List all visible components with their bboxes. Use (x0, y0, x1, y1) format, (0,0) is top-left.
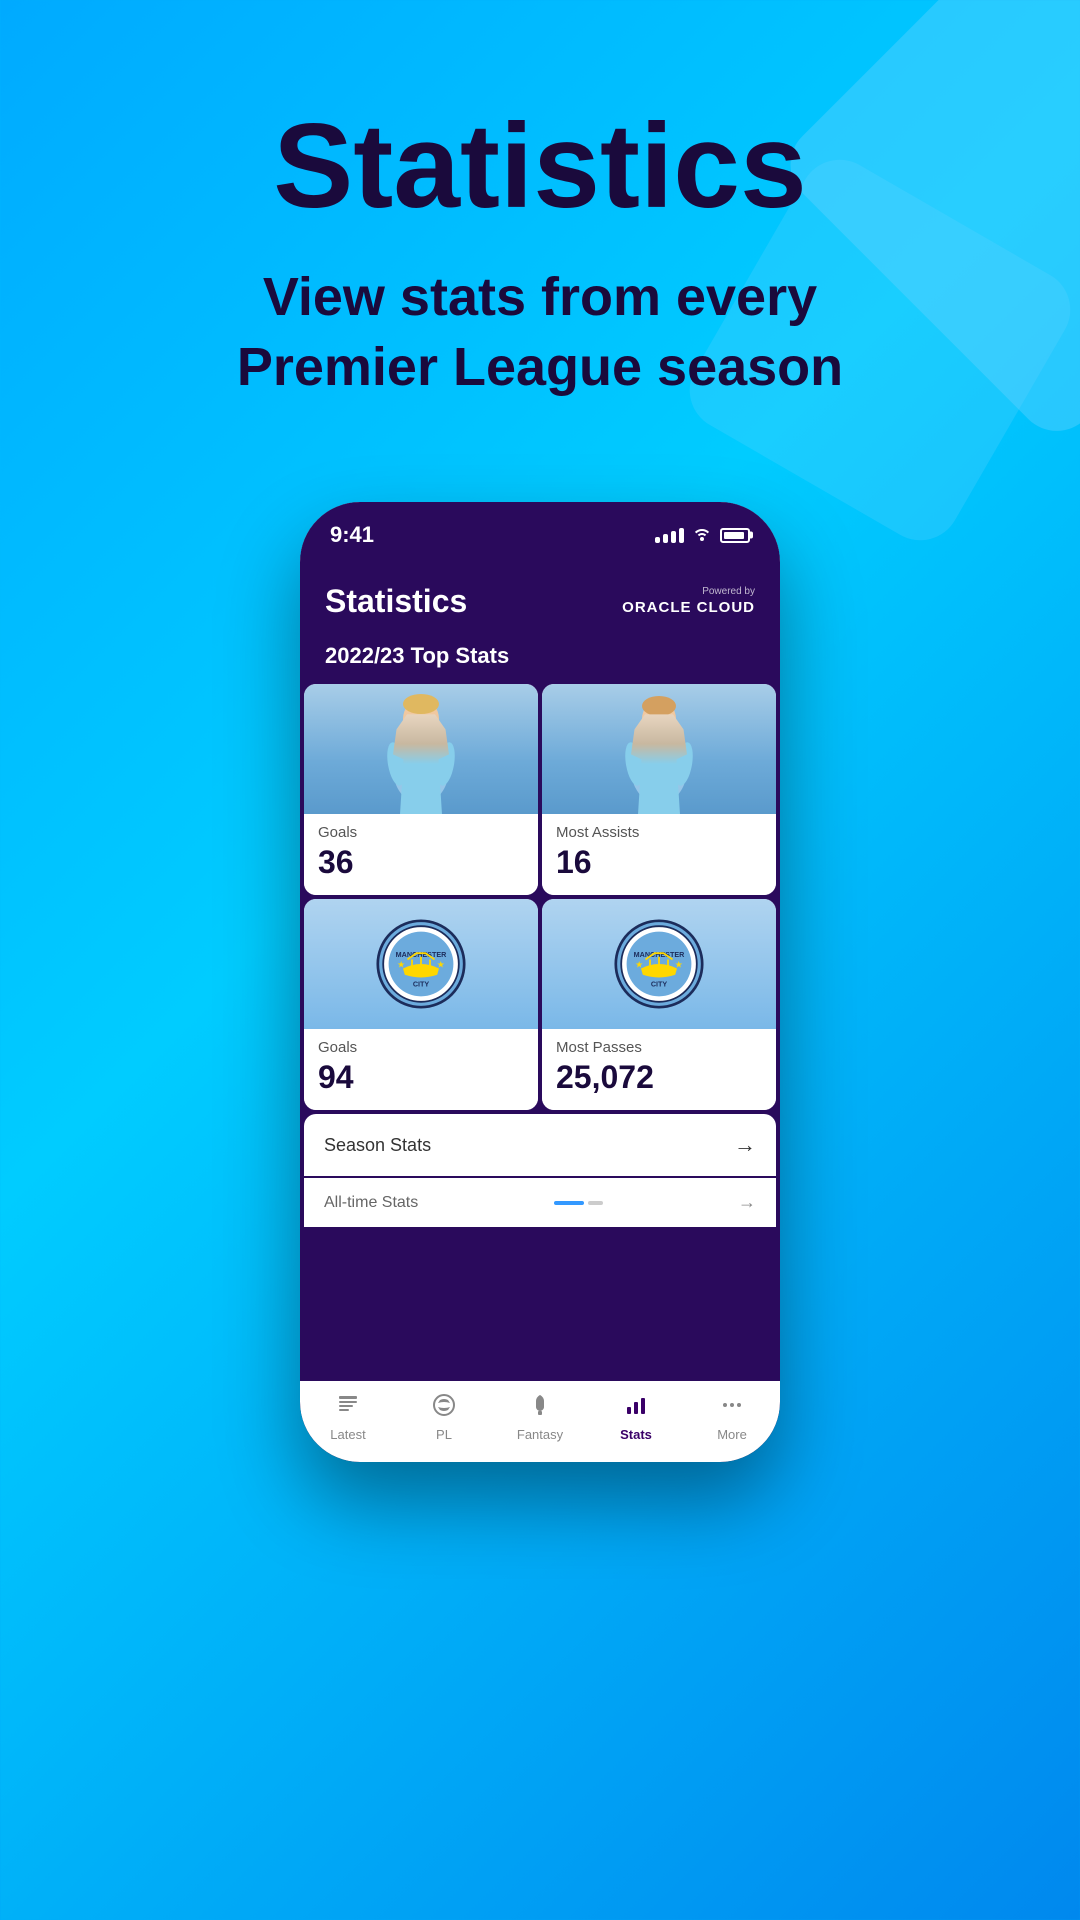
man-city-crest-2: MANCHESTER CITY ★ ★ (614, 919, 704, 1009)
oracle-powered-text: Powered by (622, 586, 755, 597)
page-subtitle: View stats from everyPremier League seas… (80, 262, 1000, 402)
latest-icon (336, 1393, 360, 1423)
signal-icon (655, 528, 684, 543)
oracle-badge: Powered by ORACLE CLOUD (622, 586, 755, 617)
svg-text:CITY: CITY (651, 980, 668, 989)
player1-silhouette: ETIHAD AIRWAYS (304, 684, 538, 814)
stat-label-2: Most Assists (556, 824, 762, 841)
player2-silhouette: ETIHAD AIRWAYS (542, 684, 776, 814)
svg-text:ETIHAD: ETIHAD (412, 762, 431, 768)
nav-label-stats: Stats (620, 1427, 652, 1442)
all-time-label: All-time Stats (324, 1194, 418, 1212)
man-city-crest-1: MANCHESTER CITY ★ ★ (376, 919, 466, 1009)
svg-text:AIRWAYS: AIRWAYS (412, 769, 430, 774)
nav-item-fantasy[interactable]: Fantasy (510, 1393, 570, 1442)
svg-text:AIRWAYS: AIRWAYS (650, 769, 668, 774)
stats-grid: ETIHAD AIRWAYS Goals 36 (300, 684, 780, 1110)
stat-card-assists-player[interactable]: ETIHAD AIRWAYS Most Assists 16 (542, 684, 776, 895)
app-content: Statistics Powered by ORACLE CLOUD 2022/… (300, 563, 780, 1462)
wifi-icon (692, 525, 712, 546)
nav-label-more: More (717, 1427, 747, 1442)
player2-image: ETIHAD AIRWAYS (542, 684, 776, 814)
scroll-dot-active (554, 1201, 584, 1205)
nav-item-more[interactable]: More (702, 1393, 762, 1442)
stat-label-3: Goals (318, 1039, 524, 1056)
stat-value-4: 25,072 (556, 1059, 762, 1096)
nav-item-latest[interactable]: Latest (318, 1393, 378, 1442)
stat-card-info-2: Most Assists 16 (542, 814, 776, 895)
bottom-nav: Latest PL (300, 1381, 780, 1462)
club1-image: MANCHESTER CITY ★ ★ (304, 899, 538, 1029)
status-time: 9:41 (330, 522, 374, 548)
status-bar: 9:41 (300, 502, 780, 563)
more-icon (720, 1393, 744, 1423)
stat-card-info-1: Goals 36 (304, 814, 538, 895)
page-header: Statistics View stats from everyPremier … (0, 0, 1080, 462)
svg-text:CITY: CITY (413, 980, 430, 989)
all-time-row[interactable]: All-time Stats → (304, 1178, 776, 1227)
stat-card-passes-club[interactable]: MANCHESTER CITY ★ ★ (542, 899, 776, 1110)
stat-label-4: Most Passes (556, 1039, 762, 1056)
scroll-dot-inactive (588, 1201, 603, 1205)
nav-item-pl[interactable]: PL (414, 1393, 474, 1442)
stat-value-2: 16 (556, 844, 762, 881)
stat-card-goals-club[interactable]: MANCHESTER CITY ★ ★ (304, 899, 538, 1110)
svg-text:ETIHAD: ETIHAD (650, 762, 669, 768)
season-stats-row[interactable]: Season Stats → (304, 1114, 776, 1176)
phone-container: 9:41 (0, 462, 1080, 1502)
stat-card-info-4: Most Passes 25,072 (542, 1029, 776, 1110)
pl-icon (432, 1393, 456, 1423)
nav-label-fantasy: Fantasy (517, 1427, 563, 1442)
phone-mockup: 9:41 (300, 502, 780, 1462)
nav-label-pl: PL (436, 1427, 452, 1442)
stat-card-info-3: Goals 94 (304, 1029, 538, 1110)
stats-icon (624, 1393, 648, 1423)
season-label: 2022/23 Top Stats (300, 635, 780, 684)
svg-text:★: ★ (397, 960, 405, 970)
nav-item-stats[interactable]: Stats (606, 1393, 666, 1442)
stat-value-1: 36 (318, 844, 524, 881)
svg-text:★: ★ (635, 960, 643, 970)
fantasy-icon (528, 1393, 552, 1423)
season-stats-label: Season Stats (324, 1135, 431, 1156)
app-header: Statistics Powered by ORACLE CLOUD (300, 563, 780, 635)
app-title: Statistics (325, 583, 467, 620)
all-time-arrow: → (738, 1192, 756, 1213)
nav-label-latest: Latest (330, 1427, 365, 1442)
svg-text:★: ★ (437, 960, 445, 970)
club1-bg: MANCHESTER CITY ★ ★ (304, 899, 538, 1029)
stat-value-3: 94 (318, 1059, 524, 1096)
page-title: Statistics (80, 100, 1000, 232)
scroll-indicator (546, 1193, 611, 1213)
status-icons (655, 525, 750, 546)
oracle-name: ORACLE CLOUD (622, 599, 755, 616)
svg-text:★: ★ (675, 960, 683, 970)
stat-card-goals-player[interactable]: ETIHAD AIRWAYS Goals 36 (304, 684, 538, 895)
stat-label-1: Goals (318, 824, 524, 841)
player1-image: ETIHAD AIRWAYS (304, 684, 538, 814)
battery-icon (720, 528, 750, 543)
club2-bg: MANCHESTER CITY ★ ★ (542, 899, 776, 1029)
club2-image: MANCHESTER CITY ★ ★ (542, 899, 776, 1029)
phone-screen: 9:41 (300, 502, 780, 1462)
season-stats-arrow: → (734, 1132, 756, 1158)
